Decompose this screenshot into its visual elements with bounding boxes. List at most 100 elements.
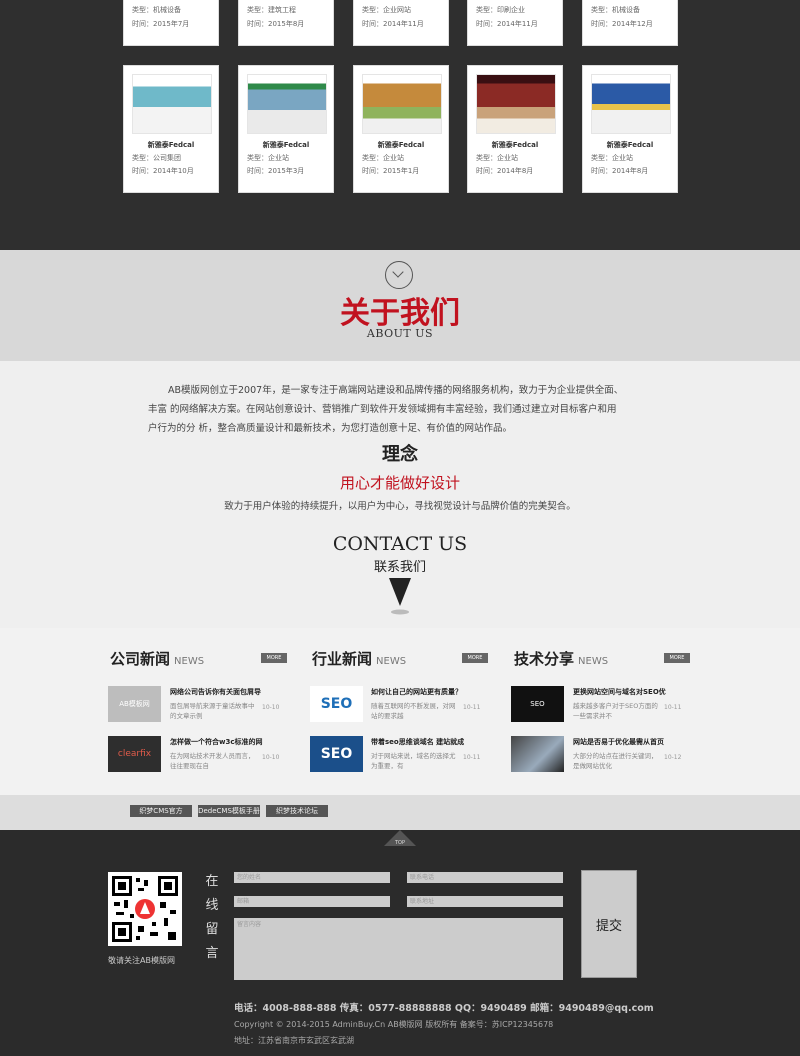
back-to-top-button[interactable]: TOP	[384, 830, 416, 846]
more-button[interactable]: MORE	[664, 653, 690, 663]
news-title[interactable]: 网站是否易于优化最需从首页	[573, 737, 664, 747]
card-type: 类型：建筑工程	[247, 6, 296, 14]
news-date: 10-10	[262, 704, 280, 711]
card-time: 时间：2015年8月	[247, 20, 305, 28]
friend-link[interactable]: 织梦CMS官方	[130, 805, 192, 817]
portfolio-section: 类型：机械设备 时间：2015年7月 类型：建筑工程 时间：2015年8月 类型…	[0, 0, 800, 250]
concept-heading: 理念	[382, 444, 418, 465]
qr-code-icon	[112, 876, 178, 942]
site-thumbnail	[591, 74, 671, 134]
portfolio-card[interactable]: 类型：印刷企业 时间：2014年11月	[467, 0, 563, 46]
contact-info: 电话：4008-888-888 传真：0577-88888888 QQ：9490…	[234, 1003, 654, 1014]
friend-link[interactable]: DedeCMS模板手册	[198, 805, 260, 817]
portfolio-card[interactable]: 类型：机械设备 时间：2015年7月	[123, 0, 219, 46]
card-title: 新雅泰Fedcal	[377, 141, 425, 149]
site-thumbnail	[476, 74, 556, 134]
portfolio-card[interactable]: 新雅泰Fedcal 类型：企业站 时间：2015年3月	[238, 65, 334, 193]
news-thumbnail[interactable]: clearfix	[108, 736, 161, 772]
card-time: 时间：2014年10月	[132, 167, 194, 175]
name-field[interactable]: 您的姓名	[234, 872, 390, 883]
about-intro: AB模版网创立于2007年，是一家专注于高端网站建设和品牌传播的网络服务机构，致…	[148, 381, 668, 438]
news-excerpt: 面包屑导航来源于童话故事中的文章示例	[170, 702, 255, 720]
news-date: 10-10	[262, 754, 280, 761]
friend-links-bar	[0, 795, 800, 830]
news-excerpt: 对于网站来说，域名的选择尤为重要，有	[371, 752, 456, 770]
about-subtitle: ABOUT US	[366, 327, 434, 340]
portfolio-card[interactable]: 类型：建筑工程 时间：2015年8月	[238, 0, 334, 46]
news-thumbnail[interactable]: SEO	[511, 686, 564, 722]
news-column-title: 公司新闻 NEWS	[110, 650, 205, 668]
contact-subheading: 联系我们	[373, 560, 426, 575]
message-label: 在 线 留 言	[205, 874, 219, 961]
news-excerpt: 大部分的站点在进行关键词，是做网站优化	[573, 752, 658, 770]
site-thumbnail	[362, 74, 442, 134]
slogan-description: 致力于用户体验的持续提升，以用户为中心，寻找视觉设计与品牌价值的完美契合。	[224, 501, 576, 512]
news-thumbnail[interactable]: SEO	[310, 736, 363, 772]
card-time: 时间：2014年11月	[476, 20, 538, 28]
site-thumbnail	[247, 74, 327, 134]
card-time: 时间：2014年8月	[476, 167, 534, 175]
card-title: 新雅泰Fedcal	[262, 141, 310, 149]
keyboard-image[interactable]	[511, 736, 564, 772]
qr-code	[108, 872, 182, 946]
portfolio-card[interactable]: 新雅泰Fedcal 类型：公司集团 时间：2014年10月	[123, 65, 219, 193]
news-date: 10-11	[463, 704, 481, 711]
news-column-title: 技术分享 NEWS	[514, 650, 609, 668]
card-type: 类型：企业站	[591, 154, 633, 162]
more-button[interactable]: MORE	[261, 653, 287, 663]
slogan: 用心才能做好设计	[339, 474, 460, 492]
site-thumbnail	[132, 74, 212, 134]
card-type: 类型：机械设备	[591, 6, 640, 14]
svg-text:TOP: TOP	[394, 840, 405, 846]
card-title: 新雅泰Fedcal	[147, 141, 195, 149]
more-button[interactable]: MORE	[462, 653, 488, 663]
arrow-down-icon	[389, 578, 411, 615]
news-excerpt: 随着互联网的不断发展，对网站的要求越	[371, 702, 456, 720]
about-paragraph: 户行为的分 析，整合高质量设计和最新技术，为您打造创意十足、有价值的网站作品。	[148, 423, 513, 434]
qr-caption: 敬请关注AB模版网	[108, 956, 175, 965]
about-paragraph: 丰富 的网络解决方案。在网站创意设计、营销推广到软件开发领域拥有丰富经验，我们通…	[148, 404, 617, 415]
news-date: 10-11	[664, 704, 682, 711]
news-title[interactable]: 更换网站空间与域名对SEO优	[573, 687, 666, 697]
card-title: 新雅泰Fedcal	[491, 141, 539, 149]
portfolio-card[interactable]: 类型：机械设备 时间：2014年12月	[582, 0, 678, 46]
news-date: 10-12	[664, 754, 682, 761]
about-title: 关于我们	[340, 296, 460, 331]
news-thumbnail[interactable]: SEO	[310, 686, 363, 722]
news-column-title: 行业新闻 NEWS	[312, 650, 407, 668]
about-paragraph: AB模版网创立于2007年，是一家专注于高端网站建设和品牌传播的网络服务机构，致…	[168, 385, 624, 396]
card-type: 类型：机械设备	[132, 6, 181, 14]
card-type: 类型：企业站	[247, 154, 289, 162]
contact-heading: CONTACT US	[332, 533, 468, 555]
card-time: 时间：2015年1月	[362, 167, 420, 175]
news-title[interactable]: 如何让自己的网站更有质量？	[371, 687, 462, 697]
message-textarea[interactable]: 留言内容	[234, 918, 563, 980]
card-time: 时间：2015年3月	[247, 167, 305, 175]
news-excerpt: 越来越多客户对于SEO方面的一些需求并不	[573, 702, 658, 720]
news-title[interactable]: 怎样做一个符合w3c标准的网	[170, 737, 263, 747]
address: 地址：江苏省南京市玄武区玄武湖	[234, 1036, 354, 1045]
card-type: 类型：企业站	[362, 154, 404, 162]
card-type: 类型：公司集团	[132, 154, 181, 162]
card-time: 时间：2014年8月	[591, 167, 649, 175]
news-date: 10-11	[463, 754, 481, 761]
address-field[interactable]: 联系地址	[407, 896, 563, 907]
card-type: 类型：印刷企业	[476, 6, 525, 14]
portfolio-card[interactable]: 类型：企业网站 时间：2014年11月	[353, 0, 449, 46]
submit-button[interactable]: 提交	[581, 870, 637, 978]
chevron-down-icon[interactable]	[385, 261, 413, 289]
news-excerpt: 在为网站技术开发人员而言，往往要现在自	[170, 752, 255, 770]
card-title: 新雅泰Fedcal	[606, 141, 654, 149]
phone-field[interactable]: 联系电话	[407, 872, 563, 883]
email-field[interactable]: 邮箱	[234, 896, 390, 907]
copyright: Copyright © 2014-2015 AdminBuy.Cn AB模版网 …	[234, 1020, 554, 1029]
card-type: 类型：企业站	[476, 154, 518, 162]
portfolio-card[interactable]: 新雅泰Fedcal 类型：企业站 时间：2014年8月	[467, 65, 563, 193]
friend-link[interactable]: 织梦技术论坛	[266, 805, 328, 817]
card-time: 时间：2014年12月	[591, 20, 653, 28]
news-thumbnail[interactable]: AB模板网	[108, 686, 161, 722]
news-title[interactable]: 网络公司告诉你有关面包屑导	[170, 687, 261, 697]
news-title[interactable]: 带着seo思维谈域名 建站就成	[371, 737, 464, 747]
portfolio-card[interactable]: 新雅泰Fedcal 类型：企业站 时间：2015年1月	[353, 65, 449, 193]
portfolio-card[interactable]: 新雅泰Fedcal 类型：企业站 时间：2014年8月	[582, 65, 678, 193]
